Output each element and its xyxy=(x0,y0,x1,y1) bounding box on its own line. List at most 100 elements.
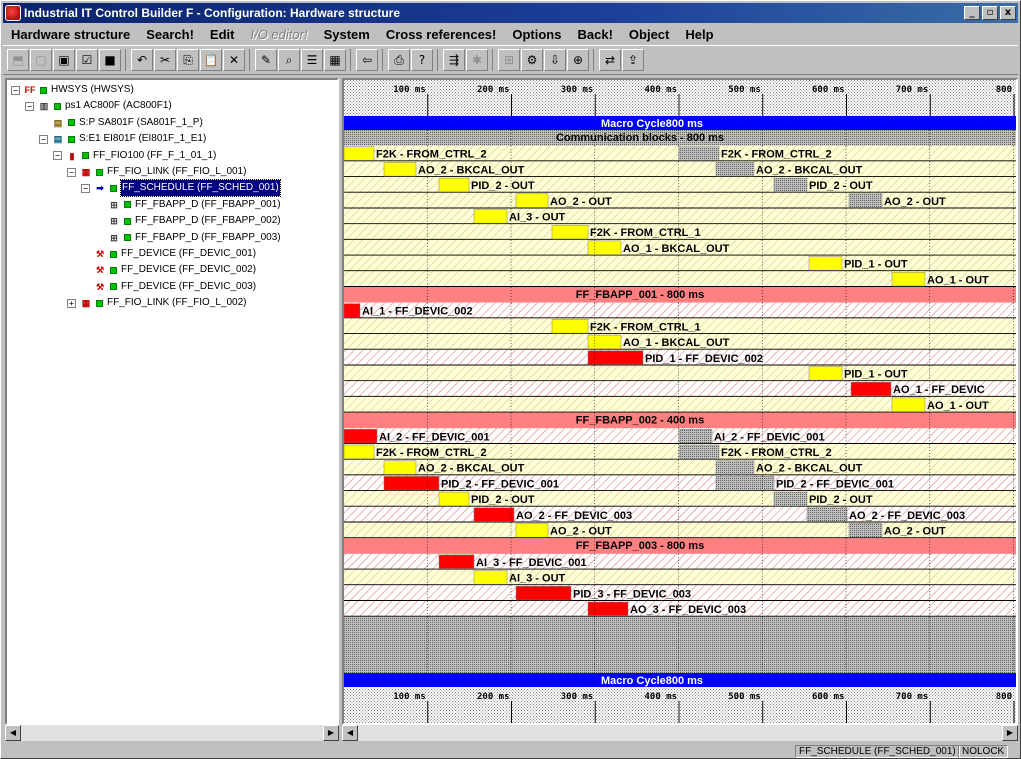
open-button[interactable]: ⬒ xyxy=(7,49,29,71)
tree-node-link002[interactable]: + ▦ FF_FIO_LINK (FF_FIO_L_002) xyxy=(67,295,247,311)
help-button[interactable]: ? xyxy=(411,49,433,71)
print-button[interactable]: ⎙ xyxy=(388,49,410,71)
block-bar xyxy=(891,397,926,412)
star-button[interactable]: ✱ xyxy=(466,49,488,71)
check-button[interactable]: ☑ xyxy=(76,49,98,71)
menu-help[interactable]: Help xyxy=(677,27,721,42)
tree-node-hwsys[interactable]: − FF HWSYS (HWSYS) xyxy=(11,82,134,98)
app-icon[interactable] xyxy=(5,5,21,21)
block-label: PID_1 - OUT xyxy=(844,259,908,271)
paste-button[interactable]: 📋 xyxy=(200,49,222,71)
collapse-icon[interactable]: − xyxy=(67,167,76,177)
merge-button[interactable]: ⇶ xyxy=(443,49,465,71)
collapse-icon[interactable]: − xyxy=(11,85,20,95)
tree-node-link001[interactable]: − ▦ FF_FIO_LINK (FF_FIO_L_001) xyxy=(67,164,247,180)
title-bar[interactable]: Industrial IT Control Builder F - Config… xyxy=(3,3,1018,23)
undo-button[interactable]: ↶ xyxy=(131,49,153,71)
block-label: F2K - FROM_CTRL_2 xyxy=(721,149,832,161)
block-label: AO_2 - BKCAL_OUT xyxy=(756,164,863,176)
block-label: AO_2 - OUT xyxy=(550,196,612,208)
tree-node-ps1[interactable]: − ▥ ps1 AC800F (AC800F1) xyxy=(25,98,172,114)
menu-back[interactable]: Back! xyxy=(569,27,620,42)
block-bar xyxy=(850,381,892,397)
compare-button[interactable]: ⇄ xyxy=(599,49,621,71)
scroll-left-button[interactable]: ◀ xyxy=(5,725,21,741)
schedule-view[interactable]: 100 ms 200 ms 300 ms 400 ms 500 ms 600 ms 700 … xyxy=(342,78,1018,725)
menu-system[interactable]: System xyxy=(316,27,378,42)
back-button[interactable]: ⇦ xyxy=(356,49,378,71)
hw-button[interactable]: ⊞ xyxy=(498,49,520,71)
scroll-left-button[interactable]: ◀ xyxy=(342,725,358,741)
tree-node-dev001[interactable]: ⚒ FF_DEVICE (FF_DEVIC_001) xyxy=(81,246,256,262)
scroll-right-button[interactable]: ▶ xyxy=(1002,725,1018,741)
find-button[interactable]: ⌕ xyxy=(278,49,300,71)
stop-button[interactable]: ■ xyxy=(99,49,121,71)
export-button[interactable]: ⇪ xyxy=(622,49,644,71)
save-button[interactable]: ▣ xyxy=(53,49,75,71)
grid-button[interactable]: ▦ xyxy=(324,49,346,71)
fbapp-icon: ⊞ xyxy=(110,216,118,227)
menu-cross-references[interactable]: Cross references! xyxy=(378,27,505,42)
tree-node-dev003[interactable]: ⚒ FF_DEVICE (FF_DEVIC_003) xyxy=(81,279,256,295)
print-icon: ⎙ xyxy=(394,52,404,67)
schedule-chart: 100 ms 200 ms 300 ms 400 ms 500 ms 600 ms 700 … xyxy=(344,80,1016,723)
hardware-tree[interactable]: − FF HWSYS (HWSYS) − ▥ ps1 AC800F (AC800F1) ▤ S… xyxy=(5,78,339,725)
menu-edit[interactable]: Edit xyxy=(202,27,243,42)
new-button[interactable]: ▢ xyxy=(30,49,52,71)
check-icon: ☑ xyxy=(81,53,93,67)
menu-options[interactable]: Options xyxy=(504,27,569,42)
status-lock: NOLOCK xyxy=(958,745,1009,758)
list-button[interactable]: ☰ xyxy=(301,49,323,71)
find-icon: ⌕ xyxy=(285,52,293,67)
tree-node-fbapp002[interactable]: ⊞ FF_FBAPP_D (FF_FBAPP_002) xyxy=(95,213,280,229)
network-button[interactable]: ⊕ xyxy=(567,49,589,71)
schedule-row xyxy=(344,569,1016,586)
tree-node-label: S:E1 EI801F (EI801F_1_E1) xyxy=(79,133,207,145)
tree-node-fbapp003[interactable]: ⊞ FF_FBAPP_D (FF_FBAPP_003) xyxy=(95,230,280,246)
collapse-icon[interactable]: − xyxy=(53,151,62,161)
block-bar xyxy=(383,162,417,177)
expand-icon[interactable]: + xyxy=(67,298,76,308)
menu-object[interactable]: Object xyxy=(621,27,677,42)
tree-node-ei801f[interactable]: − ▤ S:E1 EI801F (EI801F_1_E1) xyxy=(39,131,206,147)
block-label: AI_2 - FF_DEVIC_001 xyxy=(714,431,825,443)
commission-button[interactable]: ⚙ xyxy=(521,49,543,71)
undo-icon: ↶ xyxy=(136,53,148,67)
ruler-tick-label: 100 ms xyxy=(393,85,426,95)
tree-node-dev002[interactable]: ⚒ FF_DEVICE (FF_DEVIC_002) xyxy=(81,262,256,278)
menu-search[interactable]: Search! xyxy=(138,27,202,42)
block-bar xyxy=(773,491,808,507)
ruler-tick-label: 600 ms xyxy=(812,85,845,95)
tree-horizontal-scrollbar[interactable]: ◀ ▶ xyxy=(5,725,339,741)
copy-button[interactable]: ⎘ xyxy=(177,49,199,71)
collapse-icon[interactable]: − xyxy=(25,101,34,111)
block-bar xyxy=(848,523,883,538)
close-button[interactable]: x xyxy=(1000,6,1016,20)
ruler-tick-label: 400 ms xyxy=(644,85,677,95)
collapse-icon[interactable]: − xyxy=(81,183,90,193)
delete-button[interactable]: ✕ xyxy=(223,49,245,71)
block-label: AO_1 - BKCAL_OUT xyxy=(623,337,730,349)
download-button[interactable]: ⇩ xyxy=(544,49,566,71)
minimize-button[interactable]: _ xyxy=(964,6,980,20)
empty-row xyxy=(344,632,1016,649)
block-bar xyxy=(715,162,755,177)
status-ok-icon xyxy=(124,234,131,242)
ruler-tick-label: 700 ms xyxy=(896,692,929,702)
block-label: AI_3 - OUT xyxy=(509,212,566,224)
block-label: AO_3 - FF_DEVIC_003 xyxy=(630,604,746,616)
tree-node-sa801f[interactable]: ▤ S:P SA801F (SA801F_1_P) xyxy=(39,115,203,131)
maximize-button[interactable]: ▫ xyxy=(982,6,998,20)
ruler-tick-label: 300 ms xyxy=(561,85,594,95)
edit-button[interactable]: ✎ xyxy=(255,49,277,71)
block-label: AO_2 - BKCAL_OUT xyxy=(418,463,525,475)
tree-node-sched001[interactable]: − ➡ FF_SCHEDULE (FF_SCHED_001) xyxy=(81,179,281,198)
collapse-icon[interactable]: − xyxy=(39,134,48,144)
tree-node-fio100[interactable]: − ▮ FF_FIO100 (FF_F_1_01_1) xyxy=(53,148,216,164)
status-ok-icon xyxy=(82,152,89,160)
schedule-horizontal-scrollbar[interactable]: ◀ ▶ xyxy=(342,725,1018,741)
menu-hardware-structure[interactable]: Hardware structure xyxy=(3,27,138,42)
scroll-right-button[interactable]: ▶ xyxy=(323,725,339,741)
tree-node-fbapp001[interactable]: ⊞ FF_FBAPP_D (FF_FBAPP_001) xyxy=(95,197,280,213)
cut-button[interactable]: ✂ xyxy=(154,49,176,71)
